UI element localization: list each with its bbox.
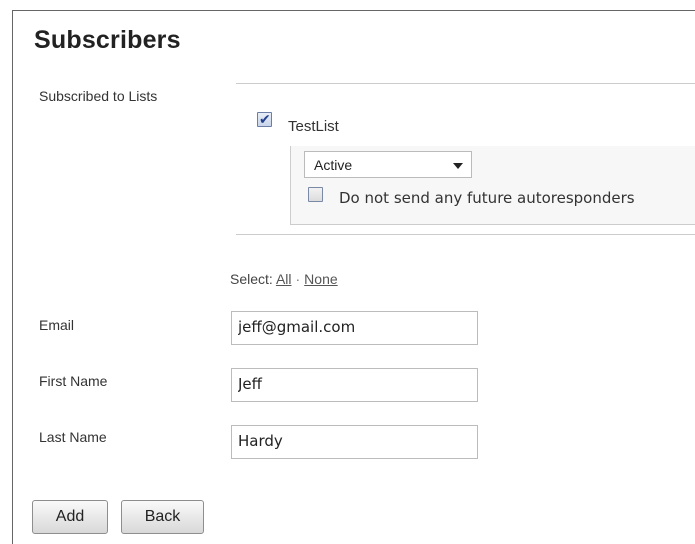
select-prefix: Select:: [230, 271, 273, 287]
select-none-link[interactable]: None: [304, 271, 337, 287]
last-name-label: Last Name: [39, 429, 107, 445]
back-button[interactable]: Back: [121, 500, 204, 534]
select-all-link[interactable]: All: [276, 271, 292, 287]
email-field[interactable]: [238, 312, 468, 342]
email-label: Email: [39, 317, 75, 333]
status-select[interactable]: Active: [304, 151, 472, 178]
first-name-field[interactable]: [238, 369, 468, 399]
first-name-label: First Name: [39, 373, 108, 389]
no-autoresponders-checkbox[interactable]: [308, 187, 323, 202]
last-name-field[interactable]: [238, 426, 468, 456]
last-name-field-box: [231, 425, 478, 459]
no-autoresponders-label: Do not send any future autoresponders: [339, 189, 635, 207]
email-field-box: [231, 311, 478, 345]
add-button[interactable]: Add: [32, 500, 108, 534]
status-select-value: Active: [314, 157, 353, 173]
select-separator: ·: [295, 271, 301, 287]
select-all-none: Select: All · None: [230, 271, 338, 287]
subscribed-lists-label: Subscribed to Lists: [39, 88, 158, 104]
first-name-field-box: [231, 368, 478, 402]
list-checkbox-testlist[interactable]: ✔: [257, 111, 272, 127]
list-name-testlist: TestList: [288, 118, 339, 135]
page-title: Subscribers: [34, 26, 181, 54]
checkmark-icon: ✔: [259, 111, 271, 127]
caret-down-icon: [453, 163, 463, 169]
